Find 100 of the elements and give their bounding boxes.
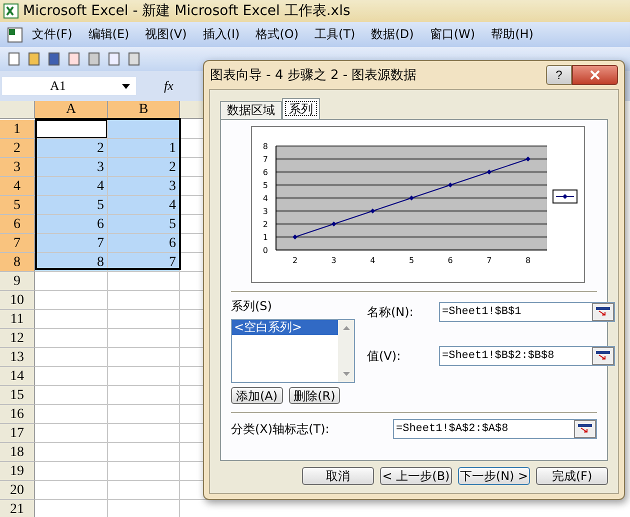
dropdown-arrow-icon [122, 84, 130, 88]
function-label[interactable]: fx [164, 78, 174, 94]
category-field[interactable]: =Sheet1!$A$2:$A$8 [393, 419, 597, 439]
menu-item[interactable]: 数据(D) [363, 26, 422, 43]
menu-item[interactable]: 文件(F) [24, 26, 80, 43]
tab[interactable]: 数据区域 [220, 101, 282, 119]
range-picker-button[interactable] [592, 347, 614, 365]
table-cell[interactable] [108, 367, 180, 386]
row-header[interactable]: 8 [0, 253, 35, 272]
dialog-button[interactable]: 取消 [302, 467, 374, 485]
row-header[interactable]: 11 [0, 310, 35, 329]
row-header[interactable]: 19 [0, 462, 35, 481]
row-header[interactable]: 17 [0, 424, 35, 443]
axis-label: 6 [448, 256, 453, 265]
menu-item[interactable]: 格式(O) [248, 26, 307, 43]
table-cell[interactable] [35, 310, 108, 329]
menu-item[interactable]: 工具(T) [306, 26, 364, 43]
table-cell[interactable] [35, 272, 108, 291]
row-header[interactable]: 1 [0, 120, 35, 139]
row-header[interactable]: 13 [0, 348, 35, 367]
row-header[interactable]: 7 [0, 234, 35, 253]
table-cell[interactable] [108, 443, 180, 462]
table-cell[interactable]: 2 [35, 139, 108, 158]
scroll-bar[interactable] [338, 320, 354, 382]
table-cell[interactable] [108, 424, 180, 443]
table-cell[interactable] [35, 405, 108, 424]
table-cell[interactable] [108, 329, 180, 348]
table-cell[interactable] [35, 329, 108, 348]
table-cell[interactable] [35, 348, 108, 367]
menu-item[interactable]: 视图(V) [137, 26, 195, 43]
add-button[interactable]: 添加(A) [231, 387, 283, 404]
row-header[interactable]: 6 [0, 215, 35, 234]
close-button[interactable] [572, 65, 618, 85]
table-cell[interactable]: 6 [108, 234, 180, 253]
table-cell[interactable] [35, 386, 108, 405]
tab[interactable]: 系列 [282, 98, 320, 119]
menu-item[interactable]: 帮助(H) [483, 26, 542, 43]
table-cell[interactable] [108, 386, 180, 405]
table-cell[interactable]: 4 [35, 177, 108, 196]
row-header[interactable]: 9 [0, 272, 35, 291]
table-cell[interactable] [108, 405, 180, 424]
table-cell[interactable] [35, 462, 108, 481]
table-cell[interactable]: 6 [35, 215, 108, 234]
row-header[interactable]: 4 [0, 177, 35, 196]
table-cell[interactable] [108, 348, 180, 367]
table-cell[interactable]: 1 [108, 139, 180, 158]
dialog-title: 图表向导 - 4 步骤之 2 - 图表源数据 [210, 67, 417, 84]
row-header[interactable]: 10 [0, 291, 35, 310]
table-cell[interactable] [108, 291, 180, 310]
values-field[interactable]: =Sheet1!$B$2:$B$8 [439, 346, 615, 366]
dialog-button[interactable]: 完成(F) [536, 467, 608, 485]
table-cell[interactable] [35, 120, 108, 139]
table-cell[interactable] [35, 291, 108, 310]
series-list[interactable]: <空白系列> [231, 319, 355, 383]
name-field[interactable]: =Sheet1!$B$1 [439, 302, 615, 322]
table-cell[interactable] [35, 367, 108, 386]
table-cell[interactable] [35, 443, 108, 462]
name-box[interactable]: A1 [2, 77, 136, 95]
table-cell[interactable] [108, 462, 180, 481]
row-header[interactable]: 21 [0, 500, 35, 517]
row-header[interactable]: 2 [0, 139, 35, 158]
table-cell[interactable]: 4 [108, 196, 180, 215]
row-header[interactable]: 16 [0, 405, 35, 424]
table-cell[interactable] [35, 481, 108, 500]
table-cell[interactable] [108, 120, 180, 139]
table-cell[interactable]: 2 [108, 158, 180, 177]
table-cell[interactable] [108, 310, 180, 329]
row-header[interactable]: 20 [0, 481, 35, 500]
remove-button[interactable]: 删除(R) [288, 387, 340, 404]
row-header[interactable]: 12 [0, 329, 35, 348]
range-select-icon [596, 351, 610, 361]
row-header[interactable]: 18 [0, 443, 35, 462]
corner-header[interactable] [0, 101, 35, 119]
axis-label: 8 [525, 256, 531, 265]
table-cell[interactable]: 7 [35, 234, 108, 253]
table-cell[interactable]: 5 [35, 196, 108, 215]
range-picker-button[interactable] [574, 420, 596, 438]
column-header[interactable]: B [108, 101, 180, 119]
table-cell[interactable]: 3 [35, 158, 108, 177]
row-header[interactable]: 3 [0, 158, 35, 177]
help-button[interactable]: ? [546, 65, 572, 85]
table-cell[interactable] [108, 272, 180, 291]
menu-item[interactable]: 插入(I) [194, 26, 248, 43]
row-header[interactable]: 5 [0, 196, 35, 215]
menu-item[interactable]: 窗口(W) [422, 26, 484, 43]
range-picker-button[interactable] [592, 303, 614, 321]
row-header[interactable]: 15 [0, 386, 35, 405]
row-header[interactable]: 14 [0, 367, 35, 386]
table-cell[interactable] [108, 481, 180, 500]
spreadsheet-icon [3, 3, 19, 19]
axis-label: 8 [262, 142, 268, 151]
column-header[interactable]: A [35, 101, 108, 119]
dialog-button[interactable]: 下一步(N) > [458, 467, 530, 485]
table-cell[interactable]: 5 [108, 215, 180, 234]
axis-label: 2 [292, 256, 298, 265]
table-cell[interactable] [35, 424, 108, 443]
list-item[interactable]: <空白系列> [232, 320, 338, 335]
table-cell[interactable]: 3 [108, 177, 180, 196]
menu-item[interactable]: 编辑(E) [80, 26, 138, 43]
dialog-button[interactable]: < 上一步(B) [380, 467, 452, 485]
